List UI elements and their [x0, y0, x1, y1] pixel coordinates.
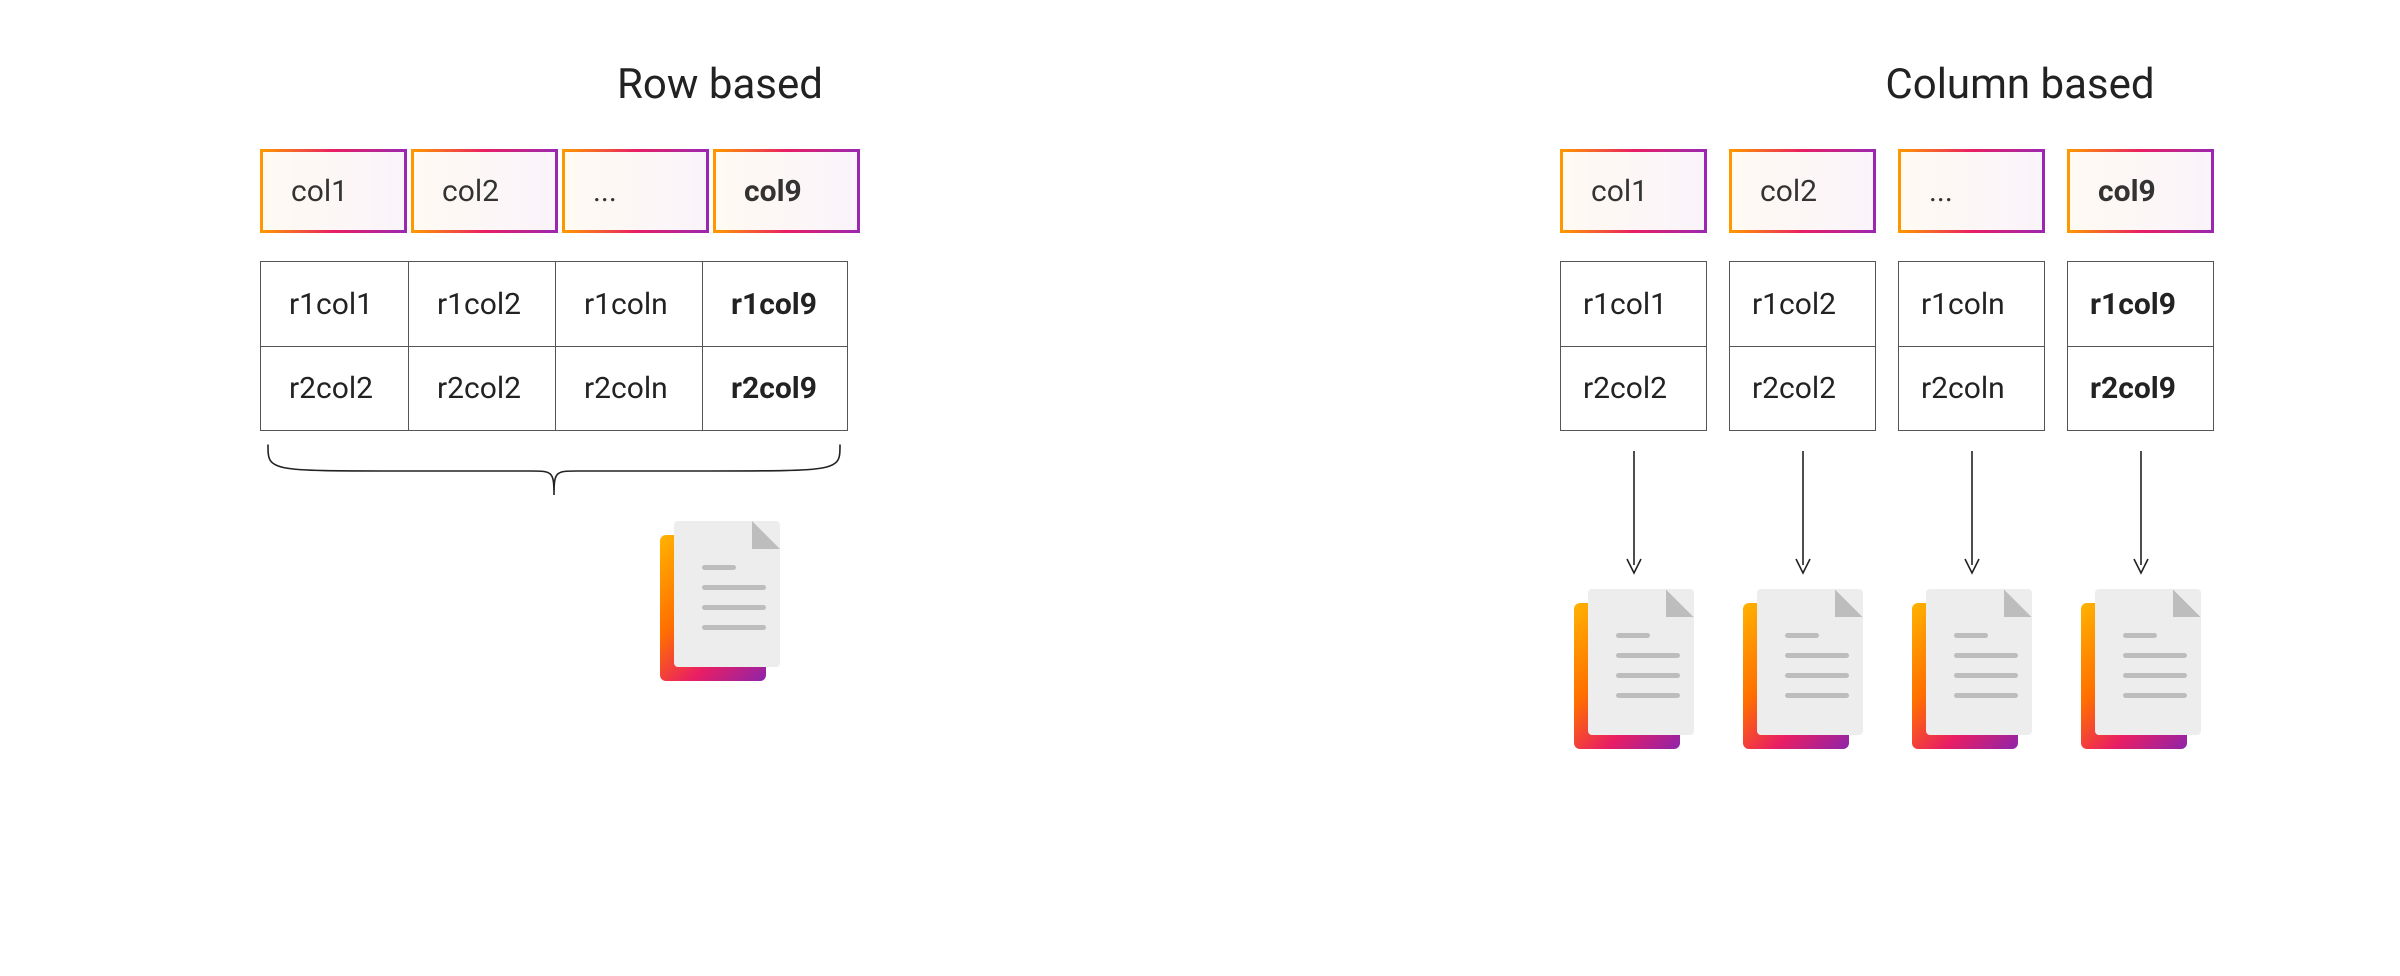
body-cell: r1col9 [2068, 262, 2213, 346]
arrow-down-icon [1560, 447, 1707, 577]
column-group: r1coln r2coln [1898, 261, 2045, 431]
body-cell: r1col2 [1730, 262, 1875, 346]
column-based-files [1560, 589, 2400, 749]
body-cell: r1coln [1899, 262, 2044, 346]
body-cell: r1col9 [702, 262, 849, 346]
row-based-title: Row based [260, 60, 1180, 109]
header-cell: ... [1898, 149, 2045, 233]
file-icon-cell [1898, 589, 2045, 749]
header-cell: col9 [713, 149, 860, 233]
grouping-brace-icon [260, 441, 1180, 501]
body-cell: r2coln [555, 347, 702, 430]
column-based-title: Column based [1560, 60, 2400, 109]
body-cell: r2coln [1899, 346, 2044, 430]
body-cell: r2col2 [1730, 346, 1875, 430]
header-cell: col2 [411, 149, 558, 233]
column-group: r1col2 r2col2 [1729, 261, 1876, 431]
table-row: r1col1 r1col2 r1coln r1col9 [261, 262, 847, 346]
table-row: r2col2 r2col2 r2coln r2col9 [261, 346, 847, 430]
body-cell: r2col2 [408, 347, 555, 430]
body-cell: r1col1 [261, 262, 408, 346]
column-based-panel: Column based col1 col2 ... col9 r1col1 r… [1560, 60, 2400, 749]
file-icon [1743, 589, 1863, 749]
column-group: r1col1 r2col2 [1560, 261, 1707, 431]
arrow-down-icon [1898, 447, 2045, 577]
arrow-down-icon [1729, 447, 1876, 577]
file-icon [1912, 589, 2032, 749]
file-icon-cell [1560, 589, 1707, 749]
header-cell: col2 [1729, 149, 1876, 233]
header-cell: col1 [1560, 149, 1707, 233]
header-cell: ... [562, 149, 709, 233]
arrow-down-icon [2067, 447, 2214, 577]
column-based-body: r1col1 r2col2 r1col2 r2col2 r1coln r2col… [1560, 261, 2400, 431]
file-icon [660, 521, 780, 681]
body-cell: r2col2 [261, 347, 408, 430]
body-cell: r1col1 [1561, 262, 1706, 346]
body-cell: r1coln [555, 262, 702, 346]
file-icon-cell [2067, 589, 2214, 749]
body-cell: r2col9 [2068, 346, 2213, 430]
row-based-body: r1col1 r1col2 r1coln r1col9 r2col2 r2col… [260, 261, 848, 431]
arrow-row [1560, 447, 2400, 577]
header-cell: col1 [260, 149, 407, 233]
body-cell: r2col9 [702, 347, 849, 430]
header-cell: col9 [2067, 149, 2214, 233]
column-group: r1col9 r2col9 [2067, 261, 2214, 431]
body-cell: r2col2 [1561, 346, 1706, 430]
file-icon [1574, 589, 1694, 749]
file-icon [2081, 589, 2201, 749]
row-based-file [260, 521, 1180, 685]
row-based-panel: Row based col1 col2 ... col9 r1col1 r1co… [260, 60, 1180, 685]
column-based-header-row: col1 col2 ... col9 [1560, 149, 2400, 233]
body-cell: r1col2 [408, 262, 555, 346]
file-icon-cell [1729, 589, 1876, 749]
row-based-header-row: col1 col2 ... col9 [260, 149, 1180, 233]
